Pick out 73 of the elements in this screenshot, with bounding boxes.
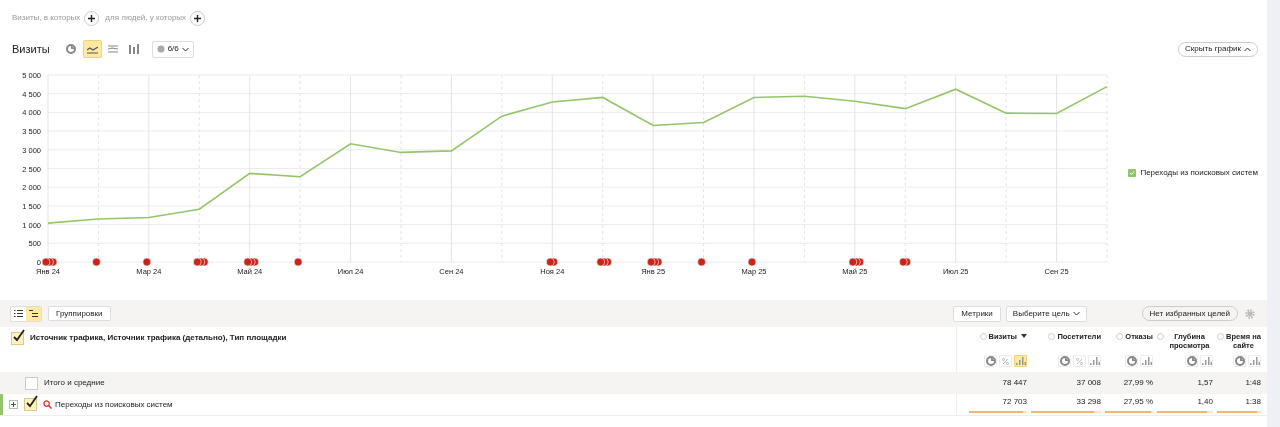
bar-chart-icon bbox=[1015, 357, 1026, 365]
pie-chart-icon bbox=[1186, 356, 1197, 366]
tree-icon bbox=[29, 310, 38, 317]
add-condition-button[interactable] bbox=[190, 10, 206, 26]
table-cell-text: 78 447 bbox=[1001, 377, 1027, 389]
bar-chart-icon bbox=[1249, 357, 1260, 365]
legend-label: Переходы из поисковых систем bbox=[1140, 167, 1258, 179]
column-chart-icon bbox=[129, 44, 140, 54]
bar-chart-icon bbox=[1141, 357, 1152, 365]
event-marker-icon[interactable] bbox=[92, 257, 101, 267]
table-view-button[interactable] bbox=[26, 306, 41, 321]
column-view-button[interactable] bbox=[1233, 355, 1246, 367]
column-view-button[interactable] bbox=[1125, 355, 1138, 367]
row-label: Переходы из поисковых систем bbox=[55, 398, 173, 411]
event-marker-icon[interactable] bbox=[697, 257, 706, 267]
segment-condition-label: для людей, у которых bbox=[105, 12, 187, 24]
table-cell-text: 27,99 % bbox=[1122, 377, 1153, 389]
event-marker-icon[interactable] bbox=[899, 257, 912, 267]
table-cell: 33 298 bbox=[1076, 396, 1101, 408]
row-checkbox[interactable] bbox=[25, 376, 38, 390]
series-picker-button[interactable]: 6/6 bbox=[151, 40, 194, 58]
search-icon bbox=[43, 400, 52, 409]
percent-icon bbox=[1076, 357, 1083, 365]
event-marker-icon[interactable] bbox=[41, 257, 58, 267]
goal-select[interactable]: Выберите цель bbox=[1005, 305, 1087, 322]
event-marker-icon[interactable] bbox=[596, 257, 612, 267]
segment-condition-label: Визиты, в которых bbox=[12, 12, 81, 24]
sort-desc-icon[interactable] bbox=[1021, 333, 1027, 339]
event-marker-icon[interactable] bbox=[546, 257, 559, 267]
event-marker-icon[interactable] bbox=[243, 257, 259, 267]
table-cell-text: 1,57 bbox=[1196, 377, 1213, 389]
pie-chart-icon bbox=[1234, 356, 1245, 366]
table-cell-text: 37 008 bbox=[1075, 377, 1101, 389]
table-cell: 1,40 bbox=[1197, 396, 1213, 408]
pie-chart-icon bbox=[1059, 356, 1070, 366]
chart-title: Визиты bbox=[12, 41, 50, 57]
chevron-down-icon bbox=[1072, 311, 1080, 316]
event-marker-icon[interactable] bbox=[747, 257, 757, 267]
column-view-button[interactable] bbox=[1058, 355, 1071, 367]
event-marker-icon[interactable] bbox=[193, 257, 209, 267]
legend-checkbox[interactable] bbox=[1128, 169, 1137, 177]
column-view-button[interactable] bbox=[1185, 355, 1198, 367]
percent-icon bbox=[1002, 357, 1009, 365]
table-cell: 1:38 bbox=[1245, 396, 1261, 408]
area-chart-icon bbox=[108, 44, 119, 54]
bar-chart-icon bbox=[1089, 357, 1100, 365]
bar-chart-icon bbox=[1201, 357, 1212, 365]
grouping-header: Источник трафика, Источник трафика (детально), Тип площадки bbox=[30, 332, 287, 344]
line-chart-icon bbox=[86, 44, 98, 54]
event-marker-icon[interactable] bbox=[142, 257, 152, 267]
plus-icon bbox=[193, 13, 203, 23]
table-cell: 72 703 bbox=[1002, 396, 1027, 408]
chevron-down-icon bbox=[181, 46, 189, 52]
pie-chart-icon bbox=[985, 356, 996, 366]
groupings-button[interactable]: Группировки bbox=[48, 306, 111, 321]
event-marker-icon[interactable] bbox=[848, 257, 865, 267]
row-checkbox[interactable] bbox=[24, 398, 37, 411]
expand-button[interactable] bbox=[9, 400, 18, 409]
totals-label: Итого и средние bbox=[44, 377, 105, 389]
event-marker-icon[interactable] bbox=[293, 257, 303, 267]
metrics-button[interactable]: Метрики bbox=[953, 305, 1001, 322]
chart-type-button[interactable] bbox=[82, 40, 102, 58]
list-icon bbox=[14, 310, 23, 317]
plus-icon bbox=[87, 13, 97, 23]
pie-chart-icon bbox=[1126, 356, 1137, 366]
add-condition-button[interactable] bbox=[84, 10, 100, 26]
table-cell-text: 1:48 bbox=[1244, 377, 1261, 389]
column-view-button[interactable] bbox=[984, 355, 997, 367]
pie-chart-icon bbox=[66, 44, 77, 54]
event-marker-icon[interactable] bbox=[646, 257, 663, 267]
table-cell: 27,95 % bbox=[1123, 396, 1153, 408]
chevron-up-icon bbox=[1244, 46, 1251, 52]
grouping-checkbox[interactable] bbox=[11, 332, 24, 345]
